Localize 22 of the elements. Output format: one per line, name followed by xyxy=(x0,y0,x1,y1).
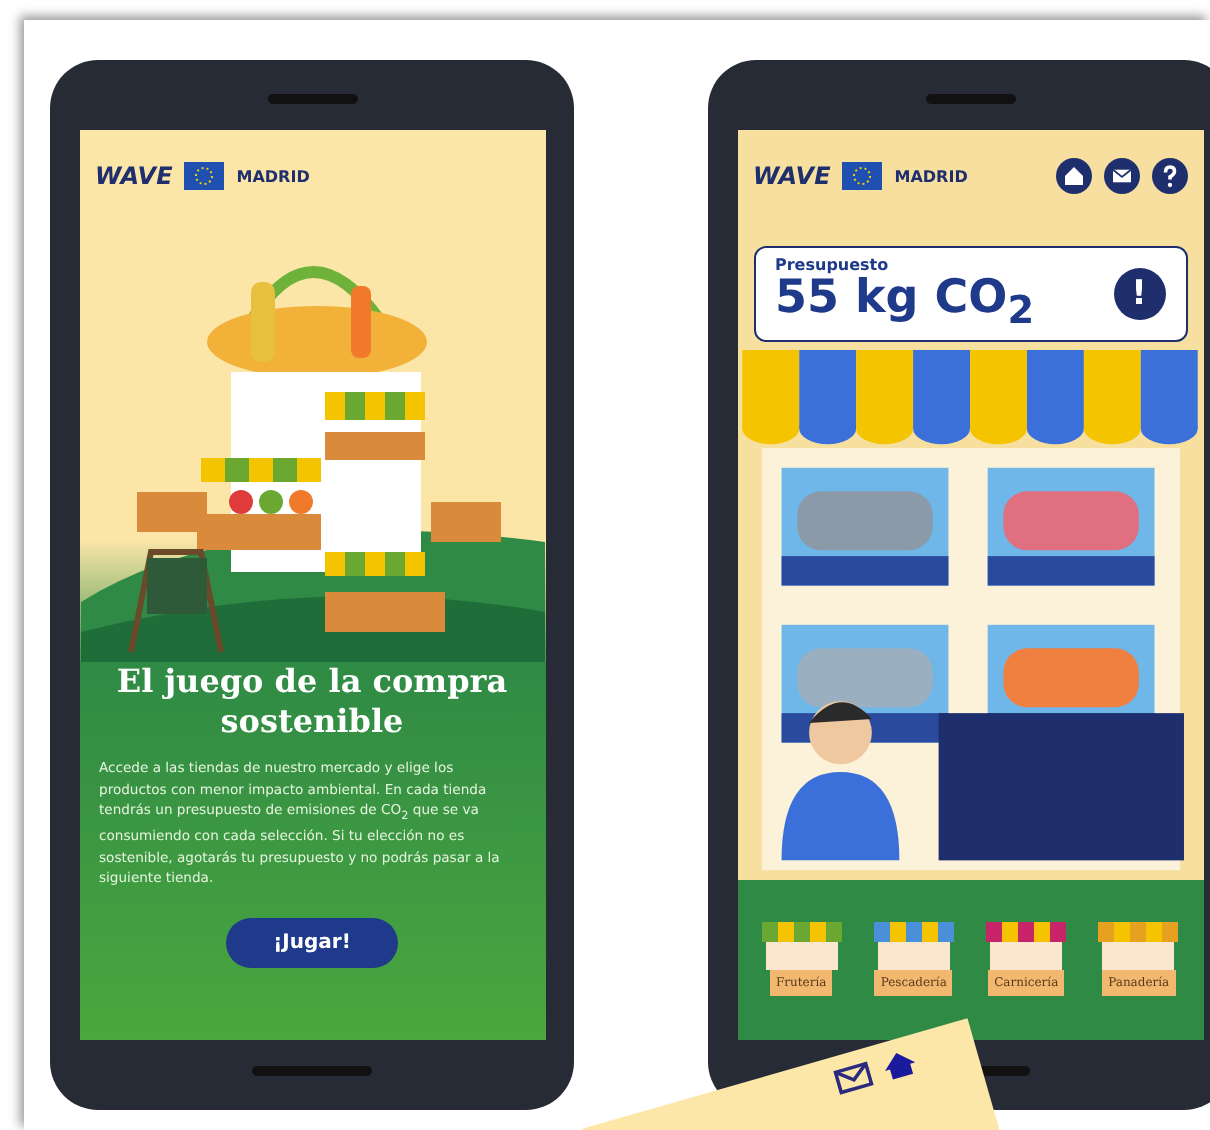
shop-stall-icon[interactable] xyxy=(873,922,954,971)
shop-stall-icon[interactable] xyxy=(1098,922,1179,971)
home-icon[interactable] xyxy=(1055,158,1091,194)
city-logo: MADRID xyxy=(236,167,310,185)
eu-flag-icon xyxy=(184,162,225,190)
game-title: El juego de la compra sostenible xyxy=(114,662,510,742)
speaker-slot xyxy=(267,94,357,104)
mail-icon[interactable] xyxy=(1103,158,1139,194)
speaker-slot xyxy=(925,94,1015,104)
mail-icon[interactable] xyxy=(832,1059,875,1097)
alert-button[interactable]: ! xyxy=(1113,267,1165,320)
budget-value: 55 kg CO$_{2}$ xyxy=(775,274,1035,332)
project-logo: WAVE xyxy=(753,162,831,190)
play-button[interactable]: ¡Jugar! xyxy=(225,917,399,968)
city-logo: MADRID xyxy=(894,167,968,185)
help-icon[interactable] xyxy=(1151,158,1187,194)
shop-stall-icon[interactable] xyxy=(986,922,1067,971)
home-indicator xyxy=(252,1066,372,1076)
shop-stall-icon[interactable] xyxy=(761,922,842,971)
project-logo: WAVE xyxy=(95,162,173,190)
eu-flag-icon xyxy=(842,162,883,190)
budget-label: Presupuesto xyxy=(775,256,891,274)
